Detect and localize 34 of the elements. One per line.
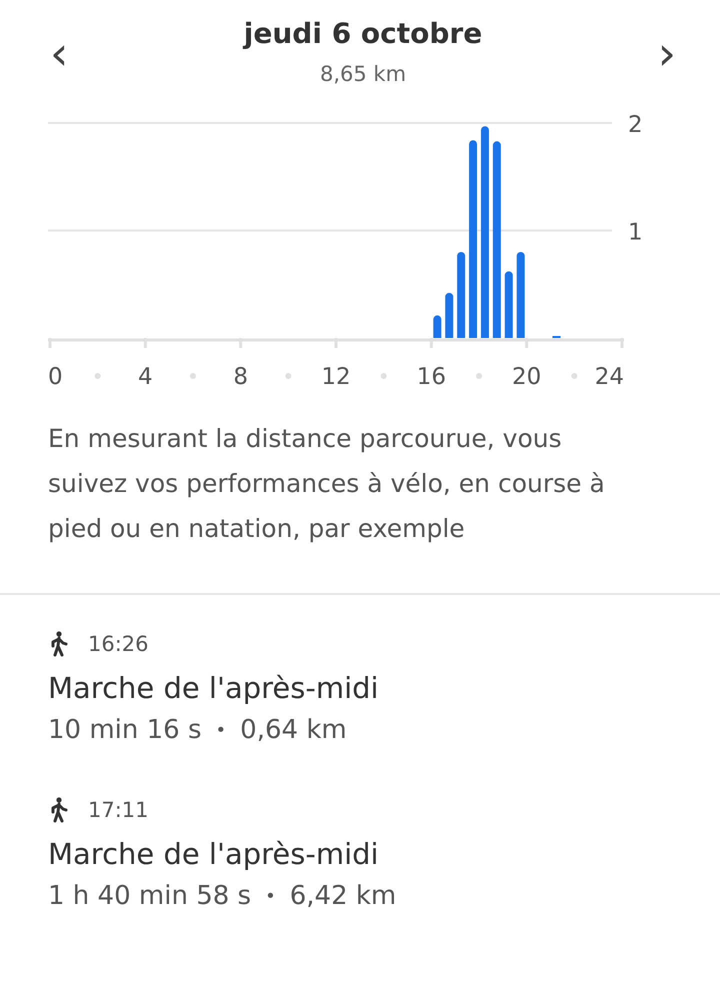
minor-tick-dot <box>476 373 482 379</box>
minor-tick-dot <box>190 373 196 379</box>
x-tick-label: 8 <box>233 364 248 388</box>
description-text: En mesurant la distance parcourue, vous suivez vos performances à vélo, en course à pied ou en natation, par exemple <box>48 423 606 545</box>
y-tick-label: 2 <box>628 112 643 138</box>
activity-distance: 0,64 km <box>240 715 347 745</box>
x-tick-label: 12 <box>321 364 351 388</box>
activity-duration: 10 min 16 s <box>48 715 202 745</box>
activity-time: 16:26 <box>88 632 149 656</box>
next-button[interactable]: › <box>648 26 686 80</box>
minor-tick-dot <box>94 373 101 379</box>
activity-duration: 1 h 40 min 58 s <box>48 881 252 911</box>
activity-distance: 6,42 km <box>290 881 396 911</box>
separator-dot: • <box>265 886 276 906</box>
activity-title[interactable]: Marche de l'après-midi <box>48 837 379 871</box>
separator-dot: • <box>216 720 226 740</box>
chart-bar <box>433 315 442 338</box>
y-tick-label: 1 <box>628 220 643 246</box>
chart-bar <box>445 292 454 338</box>
activity-time: 17:11 <box>88 798 149 822</box>
x-tick-label: 4 <box>138 364 153 388</box>
chart-bar <box>552 336 560 338</box>
date-title: jeudi 6 octobre <box>244 16 482 52</box>
minor-tick-dot <box>571 373 578 379</box>
x-tick-label: 0 <box>48 364 63 388</box>
minor-tick-dot <box>380 373 387 379</box>
minor-tick-dot <box>285 373 292 379</box>
x-tick-label: 16 <box>416 364 446 388</box>
previous-button[interactable]: ‹ <box>40 26 78 80</box>
chart-bar <box>504 271 513 338</box>
activity-title[interactable]: Marche de l'après-midi <box>48 671 379 705</box>
total-distance: 8,65 km <box>318 62 408 86</box>
x-tick-label: 24 <box>594 364 624 388</box>
x-tick-label: 20 <box>512 364 542 388</box>
